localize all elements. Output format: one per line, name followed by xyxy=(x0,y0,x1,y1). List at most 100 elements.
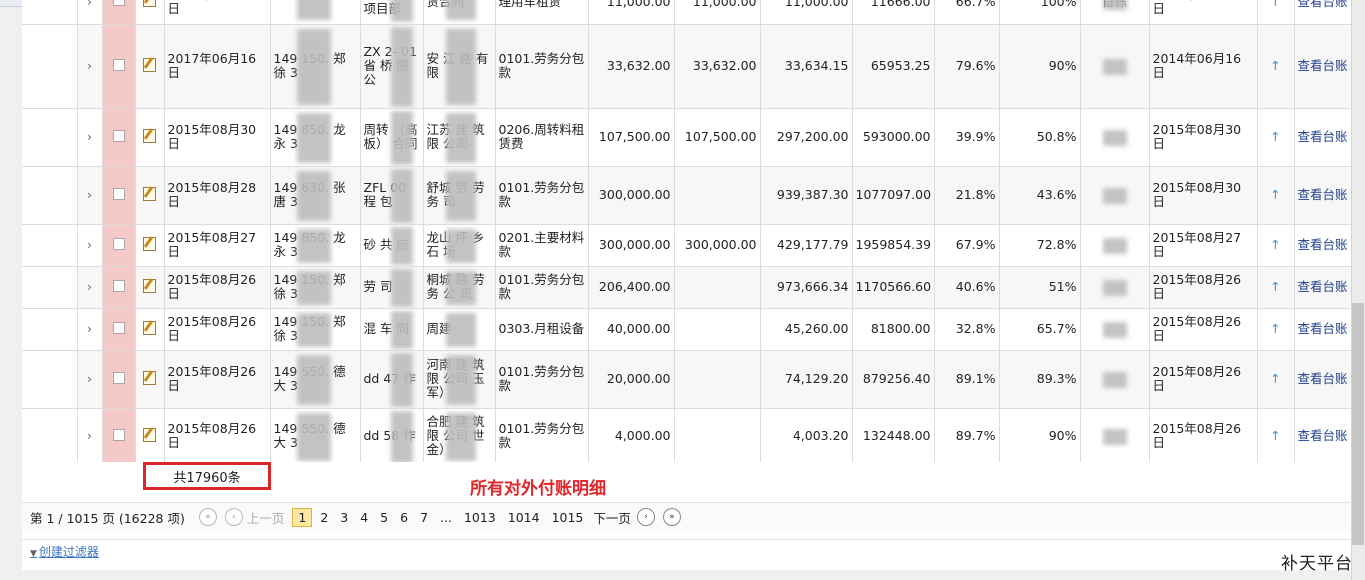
edit-button[interactable] xyxy=(135,266,165,309)
row-checkbox[interactable] xyxy=(102,266,136,309)
edit-pencil-icon[interactable] xyxy=(143,278,156,293)
edit-pencil-icon[interactable] xyxy=(143,0,156,8)
edit-button[interactable] xyxy=(135,308,165,351)
edit-button[interactable] xyxy=(135,0,165,25)
view-ledger-link[interactable]: 查看台账 xyxy=(1298,129,1348,144)
redaction-blur xyxy=(445,354,476,405)
chevron-right-icon[interactable]: › xyxy=(77,350,103,409)
amount-applied: 300,000.00 xyxy=(588,166,675,225)
chevron-right-icon[interactable]: › xyxy=(77,24,103,109)
edit-button[interactable] xyxy=(135,166,165,225)
view-ledger-link[interactable]: 查看台账 xyxy=(1298,428,1348,443)
arrow-up-icon[interactable]: ↑ xyxy=(1257,108,1295,167)
arrow-up-icon[interactable]: ↑ xyxy=(1257,308,1295,351)
pay-ratio: 21.8% xyxy=(934,166,1000,225)
checkbox-icon[interactable] xyxy=(112,279,125,292)
checkbox-icon[interactable] xyxy=(112,321,125,334)
edit-pencil-icon[interactable] xyxy=(143,186,156,201)
page-number[interactable]: 3 xyxy=(334,510,354,525)
arrow-up-icon[interactable]: ↑ xyxy=(1257,224,1295,267)
chevron-right-icon[interactable]: › xyxy=(77,408,103,462)
checkbox-icon[interactable] xyxy=(112,237,125,250)
row-checkbox[interactable] xyxy=(102,350,136,409)
row-checkbox[interactable] xyxy=(102,24,136,109)
edit-pencil-icon[interactable] xyxy=(143,370,156,385)
ledger-grid: ›2017年11月17日方兴大道项目部赁合同理用车租赁11,000.0011,0… xyxy=(22,0,1352,462)
page-number[interactable]: 1014 xyxy=(502,510,546,525)
chevron-right-icon[interactable]: › xyxy=(77,224,103,267)
page-number[interactable]: 4 xyxy=(354,510,374,525)
row-checkbox[interactable] xyxy=(102,166,136,225)
page-number[interactable]: 6 xyxy=(394,510,414,525)
edit-button[interactable] xyxy=(135,108,165,167)
row-checkbox[interactable] xyxy=(102,224,136,267)
edit-pencil-icon[interactable] xyxy=(143,128,156,143)
checkbox-icon[interactable] xyxy=(112,0,125,7)
next-page-button[interactable]: 下一页 xyxy=(593,508,631,527)
redaction-blur xyxy=(1102,237,1127,254)
row-checkbox[interactable] xyxy=(102,408,136,462)
edit-button[interactable] xyxy=(135,224,165,267)
view-ledger-link[interactable]: 查看台账 xyxy=(1298,279,1348,294)
view-ledger-link[interactable]: 查看台账 xyxy=(1298,187,1348,202)
prev-page-icon[interactable]: ‹ xyxy=(224,508,243,526)
edit-button[interactable] xyxy=(135,24,165,109)
amount-paid: 11,000.00 xyxy=(674,0,761,25)
arrow-up-icon[interactable]: ↑ xyxy=(1257,266,1295,309)
page-number[interactable]: 7 xyxy=(414,510,434,525)
checkbox-icon[interactable] xyxy=(112,129,125,142)
pay-date: 2017年11月17日 xyxy=(164,0,271,25)
redaction-blur xyxy=(296,312,331,347)
page-number[interactable]: 1015 xyxy=(546,510,590,525)
next-page-icon[interactable]: › xyxy=(636,508,655,526)
project-name: dd 58 作 xyxy=(360,408,424,462)
view-ledger-link[interactable]: 查看台账 xyxy=(1298,321,1348,336)
arrow-up-icon[interactable]: ↑ xyxy=(1257,408,1295,462)
checkbox-icon[interactable] xyxy=(112,428,125,441)
contract-no xyxy=(270,0,361,25)
amount-total-paid: 939,387.30 xyxy=(760,166,853,225)
arrow-up-icon[interactable]: ↑ xyxy=(1257,350,1295,409)
page-number[interactable]: 2 xyxy=(314,510,334,525)
edit-pencil-icon[interactable] xyxy=(143,320,156,335)
chevron-right-icon[interactable]: › xyxy=(77,308,103,351)
page-number[interactable]: 1 xyxy=(292,507,313,527)
chevron-right-icon[interactable]: › xyxy=(77,108,103,167)
scrollbar-thumb[interactable] xyxy=(1352,303,1364,545)
chevron-right-icon[interactable]: › xyxy=(77,166,103,225)
arrow-up-icon[interactable]: ↑ xyxy=(1257,24,1295,109)
page-number[interactable]: 1013 xyxy=(458,510,502,525)
view-ledger-link[interactable]: 查看台账 xyxy=(1298,371,1348,386)
create-filter-link[interactable]: ▼ 创建过滤器 xyxy=(30,543,99,560)
arrow-up-icon[interactable]: ↑ xyxy=(1257,0,1295,25)
pay-category: 0303.月租设备 xyxy=(495,308,589,351)
checkbox-icon[interactable] xyxy=(112,58,125,71)
row-indent xyxy=(22,108,78,167)
edit-pencil-icon[interactable] xyxy=(143,57,156,72)
pay-ratio: 32.8% xyxy=(934,308,1000,351)
view-ledger-link[interactable]: 查看台账 xyxy=(1298,0,1348,9)
edit-pencil-icon[interactable] xyxy=(143,427,156,442)
amount-applied: 33,632.00 xyxy=(588,24,675,109)
checkbox-icon[interactable] xyxy=(112,371,125,384)
view-ledger-link[interactable]: 查看台账 xyxy=(1298,237,1348,252)
view-ledger-link[interactable]: 查看台账 xyxy=(1298,58,1348,73)
row-checkbox[interactable] xyxy=(102,308,136,351)
row-checkbox[interactable] xyxy=(102,108,136,167)
chevron-right-icon[interactable]: › xyxy=(77,266,103,309)
pay-category-text: 0303.月租设备 xyxy=(498,321,585,336)
limit-ratio: 90% xyxy=(999,24,1081,109)
table-row: › 2015年08月28日149 630. 张唐 3ZFL 00 程 包舒城 劳 … xyxy=(22,166,1352,225)
last-page-icon[interactable]: » xyxy=(662,508,681,526)
row-checkbox[interactable] xyxy=(102,0,136,25)
page-number[interactable]: 5 xyxy=(374,510,394,525)
checkbox-icon[interactable] xyxy=(112,187,125,200)
prev-page-button[interactable]: 上一页 xyxy=(247,508,285,527)
edit-button[interactable] xyxy=(135,350,165,409)
pay-category-text: 0101.劳务分包款 xyxy=(498,180,585,209)
arrow-up-icon[interactable]: ↑ xyxy=(1257,166,1295,225)
first-page-icon[interactable]: « xyxy=(198,508,217,526)
edit-pencil-icon[interactable] xyxy=(143,236,156,251)
chevron-right-icon[interactable]: › xyxy=(77,0,103,25)
edit-button[interactable] xyxy=(135,408,165,462)
